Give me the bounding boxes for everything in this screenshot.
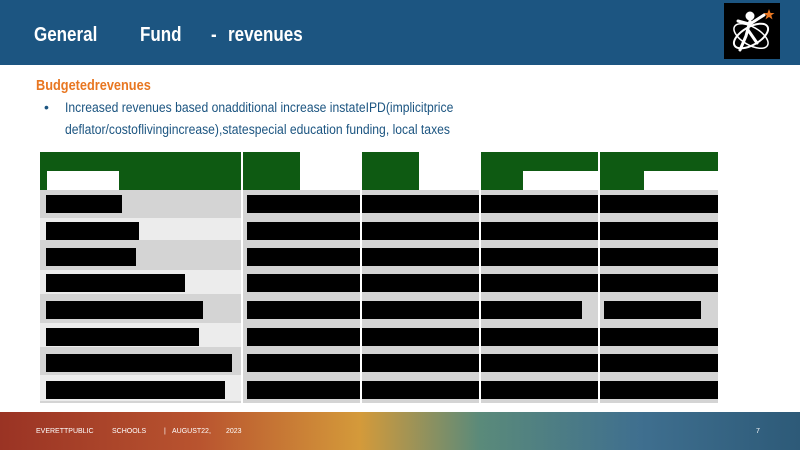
redacted-row — [247, 381, 718, 399]
header-label-box — [300, 152, 360, 190]
footer-org-suffix: SCHOOLS — [112, 428, 147, 435]
bullet-text-line-2: deflator/costoflivingincrease),statespec… — [65, 122, 450, 137]
redacted-cell — [46, 381, 225, 399]
footer-org-name: EVERETTPUBLIC — [36, 428, 94, 435]
redacted-row — [247, 195, 718, 213]
redacted-row — [247, 222, 718, 240]
column-divider — [241, 152, 243, 403]
section-subheading: Budgetedrevenues — [36, 77, 151, 94]
redacted-cell — [46, 195, 122, 213]
column-divider — [479, 152, 481, 403]
bullet-text-line-1: Increased revenues based onadditional in… — [65, 100, 454, 115]
column-divider — [598, 152, 600, 403]
title-word-fund: Fund — [140, 24, 182, 46]
redacted-row — [247, 328, 718, 346]
title-dash: - — [211, 24, 217, 46]
redacted-cell — [46, 274, 185, 292]
column-divider — [360, 152, 362, 403]
school-district-logo-icon — [724, 3, 780, 59]
footer-year: 2023 — [226, 428, 242, 435]
redacted-cell — [46, 222, 139, 240]
bullet-dot: • — [44, 99, 49, 115]
header-label-box — [644, 171, 718, 190]
redacted-cell — [46, 248, 136, 266]
header-label-box — [419, 152, 479, 190]
redacted-row — [247, 354, 718, 372]
redacted-cell — [604, 301, 701, 319]
footer-separator: | — [164, 428, 166, 435]
revenue-table-redacted — [40, 152, 718, 403]
redacted-row — [247, 301, 582, 319]
header-label-box — [47, 171, 119, 190]
header-label-box — [523, 171, 598, 190]
redacted-cell — [46, 328, 199, 346]
footer-date: AUGUST22, — [172, 428, 211, 435]
redacted-row — [247, 274, 718, 292]
redacted-row — [247, 248, 718, 266]
redacted-cell — [46, 301, 203, 319]
title-word-revenues: revenues — [228, 24, 303, 46]
title-word-general: General — [34, 24, 98, 46]
redacted-cell — [46, 354, 232, 372]
page-number: 7 — [756, 428, 760, 435]
header-bar: General Fund - revenues — [0, 0, 800, 65]
